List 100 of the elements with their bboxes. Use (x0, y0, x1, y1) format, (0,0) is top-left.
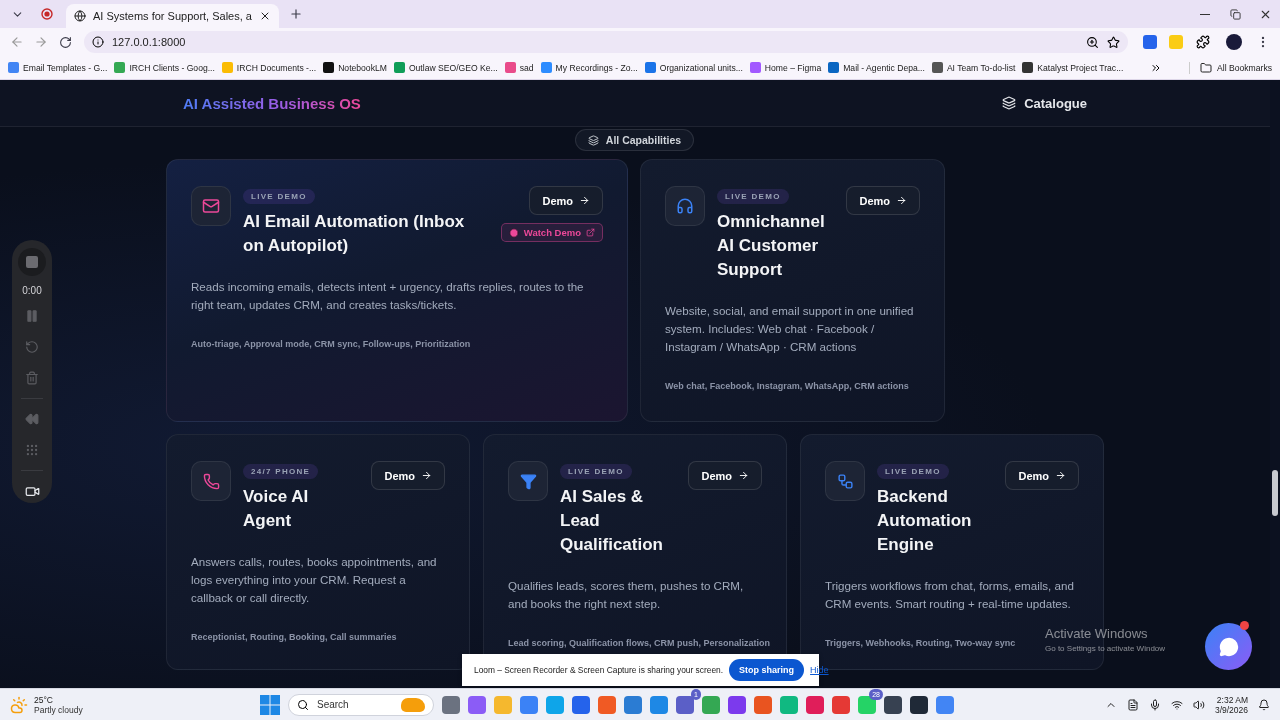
card-title: Backend Automation Engine (877, 486, 973, 556)
extension-icon[interactable] (1143, 35, 1157, 49)
card-badge: LIVE DEMO (243, 189, 315, 204)
demo-button[interactable]: Demo (1005, 461, 1079, 490)
bookmark[interactable]: My Recordings - Zo... (540, 62, 638, 73)
favicon (8, 62, 19, 73)
zoom-icon[interactable] (1086, 35, 1099, 49)
catalogue-link[interactable]: Catalogue (1002, 95, 1087, 111)
start-button[interactable] (260, 694, 280, 715)
card-title: AI Email Automation (Inbox on Autopilot) (243, 211, 466, 257)
browser-tab[interactable]: AI Systems for Support, Sales, a (66, 4, 279, 28)
microphone-icon[interactable] (1148, 698, 1161, 711)
app-icon[interactable] (884, 695, 902, 714)
bookmark[interactable]: IRCH Documents -... (221, 62, 317, 73)
arrow-right-icon (896, 195, 907, 206)
card-tags: Triggers, Webhooks, Routing, Two-way sync (825, 638, 1016, 649)
chat-icon (1218, 636, 1239, 657)
arrow-right-icon (1055, 470, 1066, 481)
profile-avatar[interactable] (1226, 34, 1242, 50)
card-badge: LIVE DEMO (717, 189, 789, 204)
stop-icon (26, 256, 38, 268)
temperature: 25°C (34, 694, 54, 705)
bookmark[interactable]: Email Templates - G... (8, 62, 108, 73)
favicon (393, 62, 405, 73)
dot-grid-icon (25, 443, 39, 457)
card-badge: 24/7 PHONE (243, 464, 319, 479)
reload-icon (58, 35, 72, 49)
demo-button[interactable]: Demo (846, 186, 920, 215)
layers-icon (1002, 96, 1017, 110)
weather-condition: Partly cloudy (34, 704, 83, 715)
headset-icon (676, 197, 694, 215)
volume-icon[interactable] (1192, 698, 1205, 711)
clock[interactable]: 2:32 AM 3/9/2026 (1214, 694, 1248, 715)
arrow-right-icon (421, 470, 432, 481)
bookmark[interactable]: Home – Figma (749, 62, 822, 73)
wifi-icon[interactable] (1170, 698, 1183, 711)
restore-icon (1229, 8, 1241, 20)
favicon (828, 62, 840, 73)
bookmark[interactable]: Mail - Agentic Depa... (828, 62, 925, 73)
search-icon (297, 698, 309, 711)
funnel-icon (519, 472, 537, 490)
stop-sharing-button[interactable]: Stop sharing (729, 659, 805, 681)
minimize-icon (1200, 13, 1210, 15)
plus-icon (288, 7, 303, 21)
card-tags: Receptionist, Routing, Booking, Call summaries (191, 632, 397, 643)
extensions-icon[interactable] (1196, 35, 1210, 49)
favicon (114, 62, 126, 73)
all-bookmarks[interactable]: All Bookmarks (1189, 61, 1272, 74)
bookmark[interactable]: AI Team To-do-list (931, 62, 1016, 73)
activation-title: Activate Windows (1045, 626, 1149, 641)
search-input[interactable]: Search (315, 698, 395, 711)
play-icon (508, 227, 519, 238)
weather-icon[interactable] (10, 695, 28, 714)
demo-button[interactable]: Demo (371, 461, 445, 490)
layers-icon (587, 134, 599, 146)
windows-logo-icon (260, 694, 280, 715)
demo-button[interactable]: Demo (688, 461, 762, 490)
bookmark[interactable]: IRCH Clients - Goog... (114, 62, 215, 73)
globe-icon (74, 10, 86, 22)
card-description: Website, social, and email support in one unified system. Includes: Web chat · Facebook / Instagram / WhatsApp · CRM actions (665, 303, 915, 355)
taskbar-search[interactable]: Search (288, 693, 434, 716)
favicon (644, 62, 656, 73)
capabilities-filter[interactable]: All Capabilities (574, 129, 695, 151)
notifications-icon[interactable] (1258, 698, 1270, 711)
card-description: Qualifies leads, scores them, pushes to CRM, and books the right next step. (508, 578, 745, 612)
watch-demo-button[interactable]: Watch Demo (500, 223, 603, 242)
forward-arrow-icon (34, 35, 48, 49)
workflow-icon (836, 472, 854, 490)
bookmark[interactable]: Outlaw SEO/GEO Ke... (393, 62, 498, 73)
card-tags: Auto-triage, Approval mode, CRM sync, Follow-ups, Prioritization (191, 339, 471, 350)
folder-icon (1200, 61, 1213, 74)
info-icon[interactable] (92, 36, 104, 48)
bookmark[interactable]: sad (504, 62, 534, 73)
rewind-icon (25, 412, 39, 426)
favicon (221, 62, 233, 73)
bookmark[interactable]: Organizational units... (644, 62, 743, 73)
card-tags: Web chat, Facebook, Instagram, WhatsApp, CRM actions (665, 381, 909, 392)
arrow-right-icon (579, 195, 590, 206)
arrow-right-icon (738, 470, 749, 481)
bookmark[interactable]: NotebookLM (323, 62, 387, 73)
favicon (1022, 62, 1034, 73)
notification-dot (1240, 621, 1249, 630)
favicon (540, 62, 552, 73)
bookmark-star-icon[interactable] (1107, 35, 1120, 49)
card-description: Reads incoming emails, detects intent + urgency, drafts replies, routes to the right team, updates CRM, and creates tasks/tickets. (191, 279, 585, 313)
restart-icon (25, 340, 39, 354)
favicon (749, 62, 761, 73)
demo-button[interactable]: Demo (529, 186, 603, 215)
address-bar[interactable]: 127.0.0.1:8000 (84, 31, 1128, 53)
card-badge: LIVE DEMO (877, 464, 949, 479)
envelope-icon (202, 197, 220, 215)
favicon (323, 62, 335, 73)
bookmark[interactable]: Katalyst Project Trac... (1022, 62, 1124, 73)
trash-icon (25, 371, 39, 385)
scrollbar-thumb[interactable] (1272, 470, 1278, 516)
card-tags: Lead scoring, Qualification flows, CRM push, Personalization (508, 638, 771, 649)
document-icon[interactable] (1126, 698, 1139, 711)
stop-recording-button[interactable] (18, 248, 46, 276)
tab-title: AI Systems for Support, Sales, a (93, 10, 252, 22)
app-icon[interactable] (910, 695, 928, 714)
